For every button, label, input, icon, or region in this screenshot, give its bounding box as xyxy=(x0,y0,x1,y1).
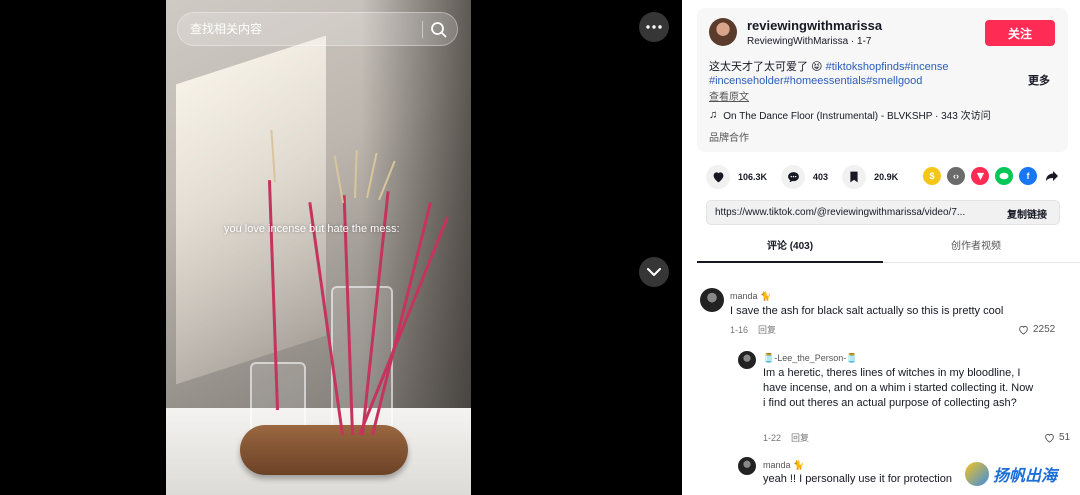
share-icons-row: $ ‹› f xyxy=(923,167,1067,185)
comment-like-count: 2252 xyxy=(1033,324,1056,335)
coin-icon[interactable]: $ xyxy=(923,167,941,185)
send-icon[interactable] xyxy=(971,167,989,185)
search-bar xyxy=(177,12,458,46)
copy-link-button[interactable]: 复制链接 xyxy=(1007,206,1047,221)
commenter-name[interactable]: 🫙-Lee_the_Person-🫙 xyxy=(763,353,857,364)
video-player[interactable] xyxy=(166,0,471,495)
comment-text: I save the ash for black salt actually s… xyxy=(730,305,1004,317)
follow-button[interactable]: 关注 xyxy=(985,20,1055,46)
more-dots-icon xyxy=(646,25,662,29)
author-nickname-date: ReviewingWithMarissa · 1-7 xyxy=(747,36,871,47)
watermark-text: 扬帆出海 xyxy=(993,468,1058,485)
comment-meta: 1-22 回复 xyxy=(763,431,809,444)
author-nickname: ReviewingWithMarissa xyxy=(747,36,849,47)
comment-like-count: 51 xyxy=(1059,432,1071,443)
brand-partnership-label: 品牌合作 xyxy=(709,133,749,144)
tab-comments[interactable]: 评论 (403) xyxy=(697,230,883,263)
comment-item: manda 🐈 I save the ash for black salt ac… xyxy=(700,288,1070,348)
like-button[interactable]: 106.3K xyxy=(706,165,767,189)
video-link-bar: https://www.tiktok.com/@reviewingwithmar… xyxy=(706,200,1060,225)
save-button[interactable]: 20.9K xyxy=(842,165,898,189)
comment-tabs: 评论 (403) 创作者视频 xyxy=(697,230,1080,263)
watermark: 扬帆出海 xyxy=(965,462,1057,486)
hashtag-link[interactable]: #incenseholder#homeessentials#smellgood xyxy=(709,75,922,87)
engagement-stats: 106.3K 403 20.9K xyxy=(706,165,912,189)
description-card: reviewingwithmarissa ReviewingWithMariss… xyxy=(697,8,1068,152)
video-description: 这太天才了太可爱了 😝 #tiktokshopfinds#incense #in… xyxy=(709,60,979,88)
see-more-button[interactable]: 更多 xyxy=(1028,72,1050,88)
author-avatar[interactable] xyxy=(709,18,737,46)
comment-date: 1-22 xyxy=(763,433,782,443)
post-date: 1-7 xyxy=(857,36,872,47)
comment-bubble-icon xyxy=(781,165,806,189)
save-count: 20.9K xyxy=(874,172,899,182)
search-divider xyxy=(422,21,423,38)
music-note-icon: ♫ xyxy=(709,108,718,121)
see-original-link[interactable]: 查看原文 xyxy=(709,88,749,103)
video-light-patch xyxy=(176,35,326,385)
hashtag-link[interactable]: #tiktokshopfinds#incense xyxy=(826,61,949,73)
video-caption-overlay: you love incense but hate the mess: xyxy=(224,223,400,235)
reply-item: 🫙-Lee_the_Person-🫙 Im a heretic, theres … xyxy=(738,351,1070,446)
reply-button[interactable]: 回复 xyxy=(758,325,776,335)
chevron-down-icon xyxy=(647,267,661,276)
search-icon[interactable] xyxy=(429,20,449,40)
caption-text: 这太天才了太可爱了 😝 xyxy=(709,61,826,73)
search-input[interactable] xyxy=(190,13,410,45)
details-panel: reviewingwithmarissa ReviewingWithMariss… xyxy=(682,0,1080,495)
facebook-icon[interactable]: f xyxy=(1019,167,1037,185)
tiktok-video-page: you love incense but hate the mess: revi… xyxy=(0,0,1080,495)
next-video-button[interactable] xyxy=(639,257,669,287)
comment-like-button[interactable]: 51 xyxy=(1044,432,1070,443)
more-options-button[interactable] xyxy=(639,12,669,42)
commenter-avatar[interactable] xyxy=(738,351,756,369)
music-title: On The Dance Floor (Instrumental) - BLVK… xyxy=(723,111,991,122)
reply-button[interactable]: 回复 xyxy=(791,433,809,443)
comment-like-button[interactable]: 2252 xyxy=(1018,324,1055,335)
video-url[interactable]: https://www.tiktok.com/@reviewingwithmar… xyxy=(715,207,990,218)
forward-icon[interactable] xyxy=(1043,167,1061,185)
tab-creator-videos[interactable]: 创作者视频 xyxy=(883,230,1069,263)
bookmark-icon xyxy=(842,165,867,189)
commenter-avatar[interactable] xyxy=(738,457,756,475)
music-link[interactable]: ♫ On The Dance Floor (Instrumental) - BL… xyxy=(709,107,991,123)
incense-tip xyxy=(354,149,358,199)
commenter-name[interactable]: manda 🐈 xyxy=(730,291,771,302)
comment-count: 403 xyxy=(813,172,829,182)
comment-text: Im a heretic, theres lines of witches in… xyxy=(763,367,1034,409)
incense-tip xyxy=(333,155,344,204)
watermark-logo xyxy=(965,462,989,486)
comment-button[interactable]: 403 xyxy=(781,165,828,189)
author-username[interactable]: reviewingwithmarissa xyxy=(747,18,882,33)
comment-meta: 1-16 回复 xyxy=(730,323,776,336)
like-count: 106.3K xyxy=(738,172,768,182)
heart-outline-icon xyxy=(1045,433,1054,443)
video-area: you love incense but hate the mess: xyxy=(0,0,682,495)
heart-outline-icon xyxy=(1019,325,1028,335)
video-wooden-tray xyxy=(240,425,408,475)
embed-icon[interactable]: ‹› xyxy=(947,167,965,185)
commenter-name[interactable]: manda 🐈 xyxy=(763,460,804,471)
commenter-avatar[interactable] xyxy=(700,288,724,312)
heart-icon xyxy=(706,165,730,189)
line-icon[interactable] xyxy=(995,167,1013,185)
comment-date: 1-16 xyxy=(730,325,749,335)
